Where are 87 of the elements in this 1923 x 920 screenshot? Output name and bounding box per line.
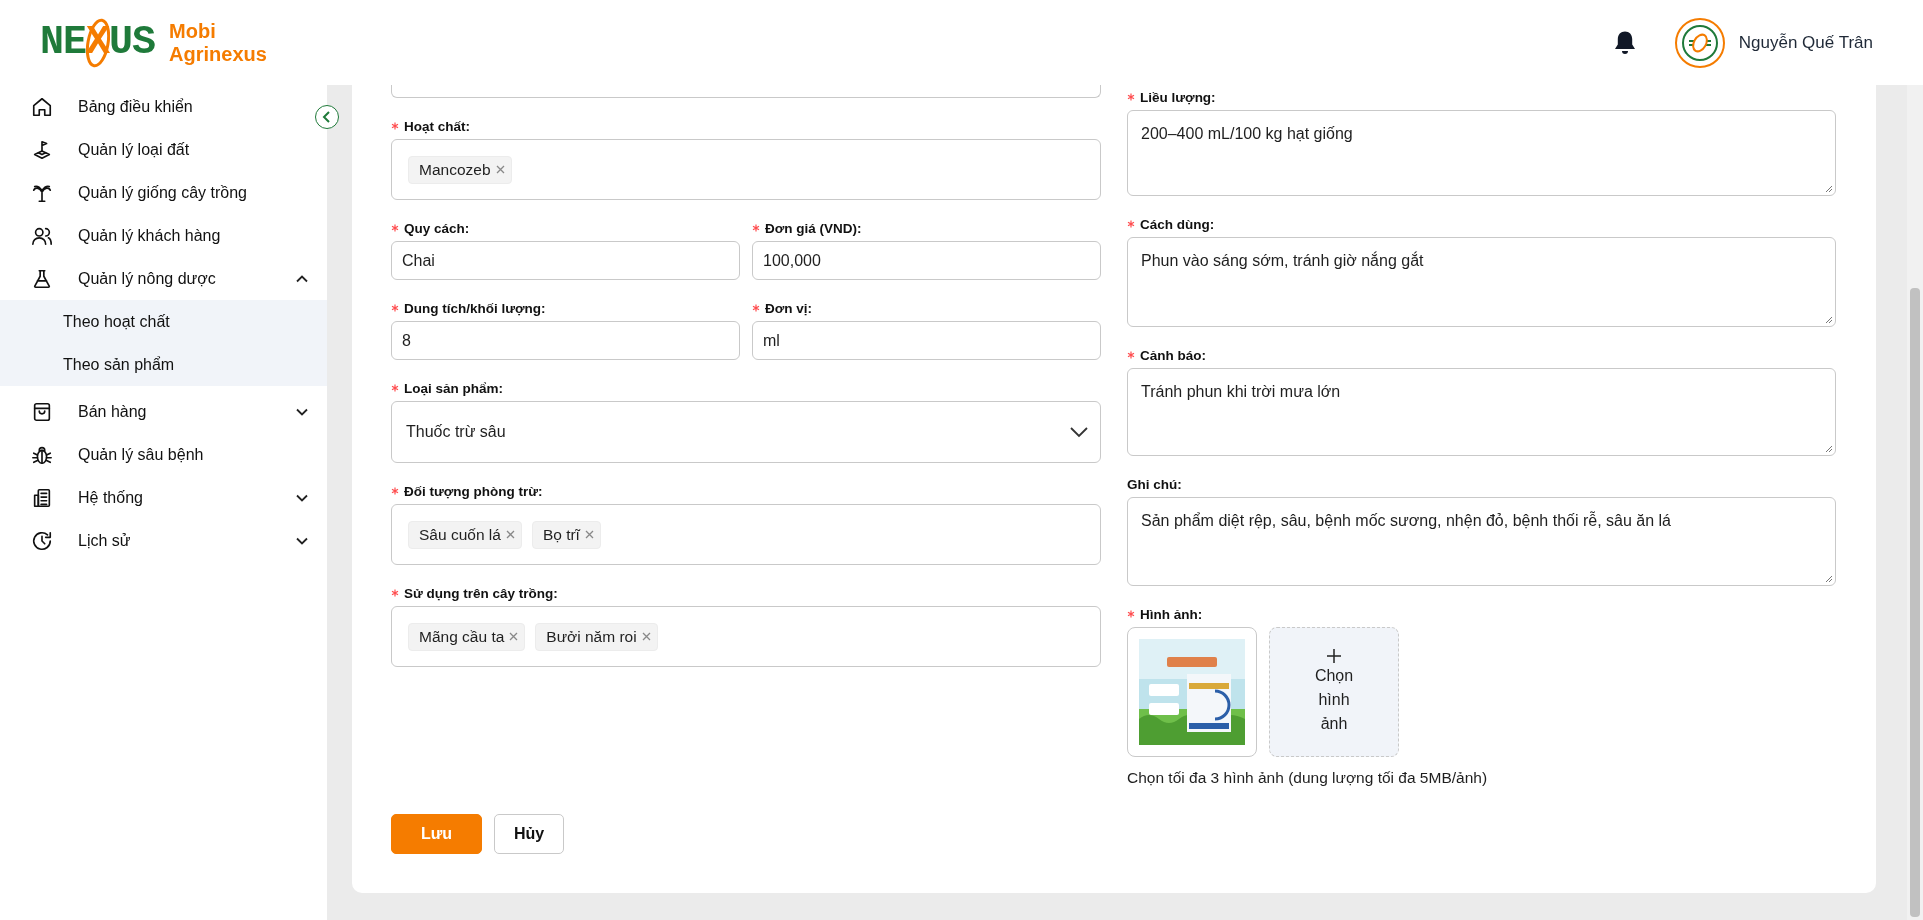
flask-icon [31,267,53,290]
sidebar-item[interactable]: Quản lý loại đất [0,128,311,171]
image-thumbnail[interactable] [1127,627,1257,757]
remove-icon[interactable] [495,165,505,174]
remove-icon[interactable] [584,530,594,539]
tag-select-field[interactable]: Sâu cuốn lá Bọ trĩ [391,504,1101,565]
required-icon [391,589,399,597]
collapse-sidebar-button[interactable] [315,105,339,129]
scrollbar-thumb[interactable] [1910,288,1920,917]
resize-handle-icon[interactable] [1825,445,1833,453]
plus-icon [1326,648,1342,664]
chevron-down-icon [1070,426,1088,438]
sidebar-item[interactable]: Quản lý khách hàng [0,214,311,257]
input-field[interactable] [391,85,1101,98]
text-area[interactable]: Phun vào sáng sớm, tránh giờ nắng gắt [1127,237,1836,327]
field-label: Cảnh báo: [1140,347,1206,363]
land-plot-icon [31,138,53,161]
required-icon [391,224,399,232]
tag-label: Mãng cầu ta [419,627,505,646]
required-icon [1127,220,1135,228]
tag-label: Sâu cuốn lá [419,525,501,544]
select-value: Thuốc trừ sâu [406,423,506,441]
chevron-left-icon [322,111,332,123]
input-field[interactable]: 8 [391,321,740,360]
sidebar-item[interactable]: Quản lý sâu bệnh [0,433,311,476]
sidebar-item[interactable]: Bán hàng [0,390,311,433]
field-label: Ghi chú: [1127,476,1182,492]
text-area-value: Phun vào sáng sớm, tránh giờ nắng gắt [1141,252,1424,269]
user-name[interactable]: Nguyễn Quế Trân [1738,32,1873,53]
text-area[interactable]: 200–400 mL/100 kg hạt giống [1127,110,1836,196]
sidebar-item[interactable]: Quản lý nông dược [0,257,311,300]
text-area[interactable]: Tránh phun khi trời mưa lớn [1127,368,1836,456]
tag-select-field[interactable]: Mãng cầu ta Bưởi năm roi [391,606,1101,667]
field-label: Đối tượng phòng trừ: [404,483,543,499]
required-icon [752,224,760,232]
required-icon [1127,610,1135,618]
resize-handle-icon[interactable] [1825,185,1833,193]
add-image-button[interactable]: Chọn hình ảnh [1269,627,1399,757]
sidebar-item[interactable]: Bảng điều khiển [0,85,311,128]
field-label: Đơn vị: [765,300,813,316]
field-label: Hoạt chất: [404,118,470,134]
input-field[interactable]: 100,000 [752,241,1101,280]
brand-name: Mobi [169,19,217,43]
input-field[interactable]: ml [752,321,1101,360]
tag-label: Mancozeb [419,160,491,179]
required-icon [391,304,399,312]
submenu-item[interactable]: Theo hoạt chất [0,300,311,343]
remove-icon[interactable] [641,632,651,641]
required-icon [1127,93,1135,101]
text-area-value: 200–400 mL/100 kg hạt giống [1141,125,1353,142]
submenu-item[interactable]: Theo sản phẩm [0,343,311,386]
field-label: Cách dùng: [1140,216,1215,232]
tag-label: Bưởi năm roi [546,627,637,646]
select-field[interactable]: Thuốc trừ sâu [391,401,1101,463]
shopping-bag-icon [31,400,53,423]
remove-icon[interactable] [505,530,515,539]
upload-hint: Chọn tối đa 3 hình ảnh (dung lượng tối đa 5MB/ảnh) [1127,769,1489,787]
cancel-button[interactable]: Hủy [494,814,564,854]
home-icon [31,95,53,118]
required-icon [391,487,399,495]
input-field[interactable]: Chai [391,241,740,280]
field-label: Đơn giá (VND): [765,220,862,236]
notification-bell-icon[interactable] [1612,29,1637,56]
resize-handle-icon[interactable] [1825,575,1833,583]
field-label: Liều lượng: [1140,89,1216,105]
required-icon [391,384,399,392]
brand-name: Agrinexus [169,42,267,66]
sidebar-item[interactable]: Quản lý giống cây trồng [0,171,311,214]
field-label: Quy cách: [404,220,470,236]
tag-label: Bọ trĩ [542,525,580,544]
resize-handle-icon[interactable] [1825,316,1833,324]
field-label: Hình ảnh: [1140,606,1203,622]
tag-select-field[interactable]: Mancozeb [391,139,1101,200]
sidebar-item[interactable]: Lịch sử [0,519,311,562]
text-area-value: Sản phẩm diệt rệp, sâu, bệnh mốc sương, nhện đỏ, bệnh thối rễ, sâu ăn lá [1141,512,1671,529]
required-icon [752,304,760,312]
required-icon [391,122,399,130]
text-area-value: Tránh phun khi trời mưa lớn [1141,383,1341,400]
text-area[interactable]: Sản phẩm diệt rệp, sâu, bệnh mốc sương, nhện đỏ, bệnh thối rễ, sâu ăn lá [1127,497,1836,586]
building-icon [31,486,53,509]
history-icon [31,529,53,552]
sidebar-item[interactable]: Hệ thống [0,476,311,519]
field-label: Loại sản phẩm: [404,380,503,396]
required-icon [1127,351,1135,359]
field-label: Dung tích/khối lượng: [404,300,546,316]
field-label: Sử dụng trên cây trồng: [404,585,558,601]
remove-icon[interactable] [509,632,519,641]
